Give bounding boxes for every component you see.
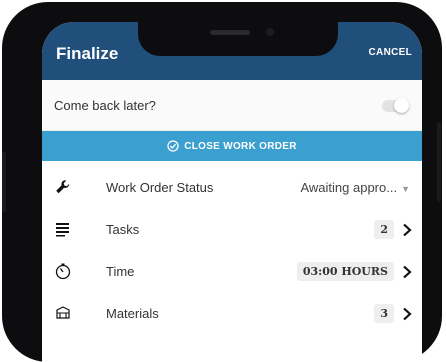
phone-notch [138, 22, 338, 56]
come-back-later-toggle[interactable] [382, 98, 409, 113]
toggle-knob [394, 98, 409, 113]
front-camera [266, 28, 274, 36]
header-bar: Finalize CANCEL [42, 22, 422, 80]
come-back-later-row: Come back later? [42, 80, 422, 131]
come-back-later-label: Come back later? [54, 98, 156, 113]
wrench-icon [54, 178, 72, 196]
work-order-status-value: Awaiting appro... [300, 180, 398, 195]
chevron-right-icon [403, 307, 412, 320]
tasks-row[interactable]: Tasks 2 [42, 209, 422, 251]
speaker-grille [210, 30, 250, 35]
cancel-button[interactable]: CANCEL [369, 47, 412, 58]
chevron-right-icon [403, 265, 412, 278]
work-order-status-label: Work Order Status [106, 180, 214, 195]
time-row[interactable]: Time 03:00 HOURS [42, 251, 422, 293]
materials-box-icon [54, 304, 72, 322]
phone-side-button-right [437, 122, 441, 202]
work-order-status-dropdown[interactable]: Awaiting appro... ▼ [300, 180, 410, 195]
work-order-status-row[interactable]: Work Order Status Awaiting appro... ▼ [42, 167, 422, 209]
time-label: Time [106, 264, 135, 279]
check-circle-icon [167, 140, 179, 152]
close-work-order-label: CLOSE WORK ORDER [184, 140, 297, 152]
time-hours-badge: 03:00 HOURS [296, 262, 394, 281]
phone-side-button-left [2, 152, 6, 212]
tasks-label: Tasks [106, 222, 140, 237]
stopwatch-icon [54, 262, 72, 280]
dropdown-caret-icon: ▼ [401, 184, 410, 194]
list-icon [54, 220, 72, 238]
materials-count-badge: 3 [374, 304, 394, 323]
phone-frame: Finalize CANCEL Come back later? CLOSE W… [2, 2, 442, 362]
tasks-count-badge: 2 [374, 220, 394, 239]
app-screen: Finalize CANCEL Come back later? CLOSE W… [42, 22, 422, 362]
page-title: Finalize [56, 44, 119, 63]
chevron-right-icon [403, 223, 412, 236]
materials-row[interactable]: Materials 3 [42, 293, 422, 335]
materials-label: Materials [106, 306, 159, 321]
close-work-order-button[interactable]: CLOSE WORK ORDER [42, 131, 422, 161]
